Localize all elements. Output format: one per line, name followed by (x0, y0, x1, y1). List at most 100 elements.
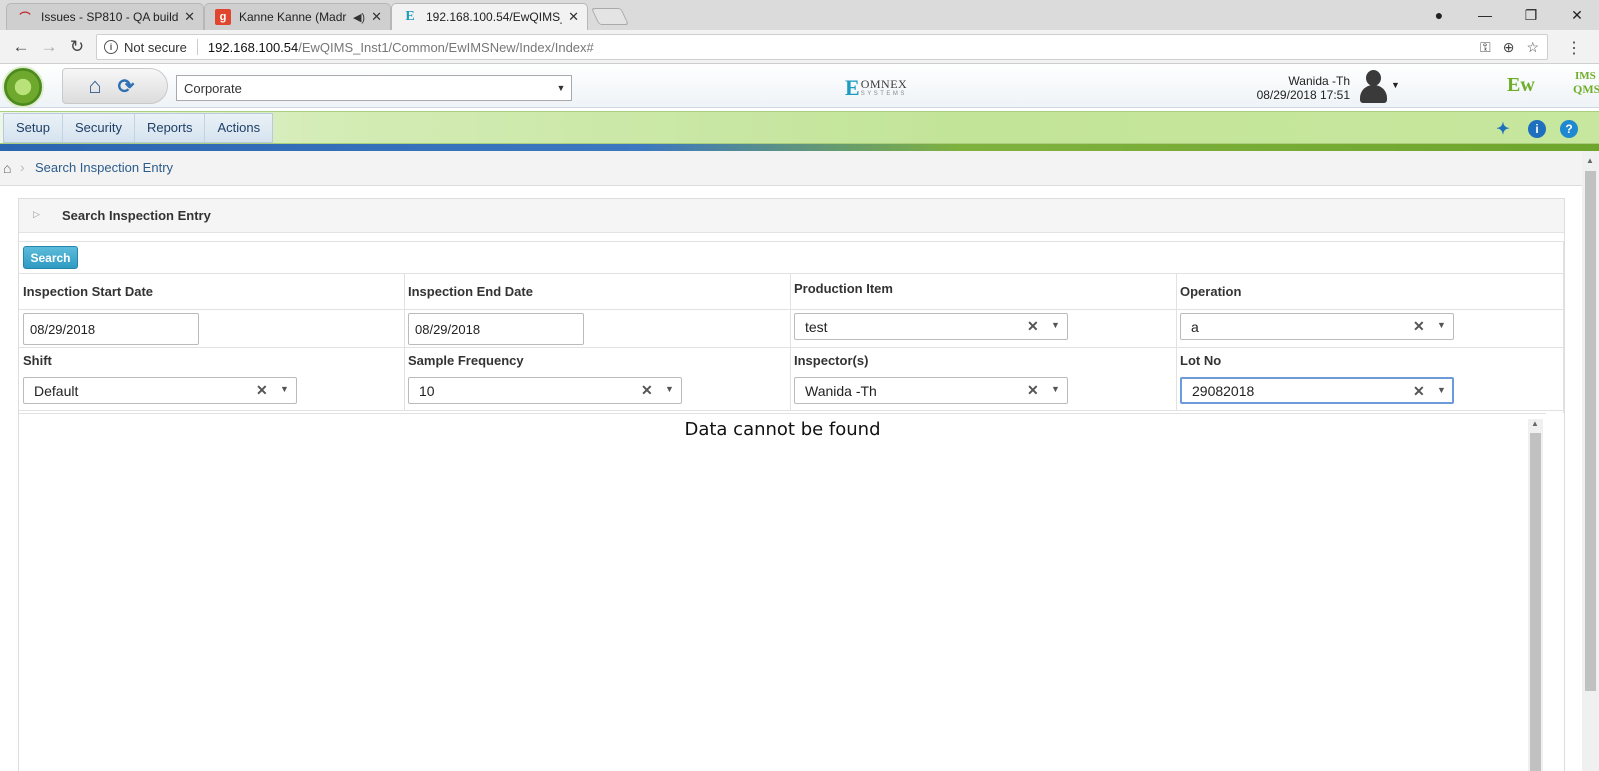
tab-title: 192.168.100.54/EwQIMS_ (426, 10, 563, 24)
browser-menu-icon[interactable]: ⋮ (1566, 38, 1582, 58)
production-item-value: test (805, 318, 828, 335)
grid-line (19, 347, 1564, 348)
collapse-toggle-icon[interactable]: ▷ (33, 209, 40, 220)
browser-tab-ewqims[interactable]: E 192.168.100.54/EwQIMS_ ✕ (391, 3, 588, 30)
ewqims-logo-ew: Ew (1507, 74, 1535, 96)
gaana-icon: g (215, 9, 231, 25)
user-info: Wanida -Th 08/29/2018 17:51 (1230, 74, 1350, 102)
clear-icon[interactable]: ✕ (1027, 382, 1039, 399)
chevron-down-icon[interactable]: ▼ (1051, 320, 1060, 330)
page-scrollbar[interactable]: ▲ (1582, 151, 1599, 771)
profile-icon[interactable]: ● (1416, 0, 1462, 30)
start-date-label: Inspection Start Date (23, 284, 154, 299)
header-divider (0, 144, 1599, 151)
scrollbar-thumb[interactable] (1530, 433, 1541, 771)
grid-line (404, 273, 405, 410)
browser-tab-issues[interactable]: ⌒ Issues - SP810 - QA build ✕ (6, 3, 204, 30)
info-icon[interactable]: i (104, 40, 118, 54)
lot-no-select[interactable]: 29082018 ✕ ▼ (1180, 377, 1454, 404)
clear-icon[interactable]: ✕ (1413, 318, 1425, 335)
end-date-label: Inspection End Date (408, 284, 533, 299)
chevron-down-icon: ▼ (556, 83, 566, 93)
address-bar[interactable]: i Not secure 192.168.100.54 /EwQIMS_Inst… (96, 34, 1548, 60)
omnex-logo-subtext: SYSTEMS (860, 90, 907, 97)
grid-line (790, 273, 791, 410)
tab-title: Kanne Kanne (Madras (239, 10, 347, 24)
operation-select[interactable]: a ✕ ▼ (1180, 313, 1454, 340)
breadcrumb-home-icon[interactable]: ⌂ (3, 160, 11, 176)
scroll-up-icon[interactable]: ▲ (1586, 156, 1594, 165)
lot-no-value: 29082018 (1192, 382, 1255, 399)
production-item-select[interactable]: test ✕ ▼ (794, 313, 1068, 340)
sample-frequency-label: Sample Frequency (408, 353, 524, 368)
info-icon[interactable]: i (1528, 120, 1546, 138)
reload-icon[interactable]: ↻ (66, 36, 88, 58)
inspectors-select[interactable]: Wanida -Th ✕ ▼ (794, 377, 1068, 404)
inspectors-label: Inspector(s) (794, 353, 869, 368)
clear-icon[interactable]: ✕ (641, 382, 653, 399)
breadcrumb-separator-icon: › (20, 159, 25, 175)
zoom-icon[interactable]: ⊕ (1503, 39, 1515, 56)
key-icon[interactable]: ⚿ (1480, 39, 1491, 56)
user-menu-caret-icon[interactable]: ▼ (1391, 80, 1400, 90)
plant-select-value: Corporate (184, 80, 242, 96)
divider (196, 39, 198, 55)
chevron-down-icon[interactable]: ▼ (665, 384, 674, 394)
chevron-down-icon[interactable]: ▼ (280, 384, 289, 394)
shift-value: Default (34, 382, 79, 399)
toolbar-divider (19, 241, 1564, 242)
end-date-field[interactable]: 08/29/2018 (408, 313, 584, 345)
url-path: /EwQIMS_Inst1/Common/EwIMSNew/Index/Inde… (298, 39, 594, 55)
pin-icon[interactable]: ✦ (1494, 120, 1512, 138)
minimize-button[interactable]: — (1462, 0, 1508, 30)
omnex-logo-text: OMNEX (860, 76, 908, 91)
menu-reports[interactable]: Reports (135, 114, 206, 142)
restore-button[interactable]: ❐ (1508, 0, 1554, 30)
scroll-up-icon[interactable]: ▲ (1531, 419, 1539, 428)
panel-title: Search Inspection Entry (62, 208, 211, 223)
clear-icon[interactable]: ✕ (256, 382, 268, 399)
clear-icon[interactable]: ✕ (1027, 318, 1039, 335)
shift-select[interactable]: Default ✕ ▼ (23, 377, 297, 404)
browser-toolbar: ← → ↻ i Not secure 192.168.100.54 /EwQIM… (0, 30, 1599, 64)
grid-line (19, 273, 1564, 274)
close-window-button[interactable]: ✕ (1554, 0, 1599, 30)
new-tab-button[interactable] (591, 8, 629, 25)
sample-frequency-select[interactable]: 10 ✕ ▼ (408, 377, 682, 404)
start-date-field[interactable]: 08/29/2018 (23, 313, 199, 345)
forward-icon[interactable]: → (38, 36, 60, 58)
grid-line (1176, 273, 1177, 410)
refresh-icon[interactable]: ⟳ (115, 76, 137, 98)
audio-playing-icon[interactable]: ◀) (353, 11, 365, 24)
results-scrollbar[interactable]: ▲ (1528, 419, 1543, 771)
shift-label: Shift (23, 353, 52, 368)
close-tab-icon[interactable]: ✕ (371, 9, 382, 25)
close-tab-icon[interactable]: ✕ (568, 9, 579, 25)
menu-security[interactable]: Security (63, 114, 135, 142)
chevron-down-icon[interactable]: ▼ (1437, 320, 1446, 330)
plant-select[interactable]: Corporate ▼ (176, 75, 572, 101)
clear-icon[interactable]: ✕ (1413, 383, 1425, 400)
chevron-down-icon[interactable]: ▼ (1437, 385, 1446, 395)
avatar[interactable] (1357, 68, 1389, 104)
grid-line (19, 309, 1564, 310)
home-icon[interactable]: ⌂ (82, 74, 108, 98)
panel-header: ▷ Search Inspection Entry (19, 199, 1564, 233)
bookmark-star-icon[interactable]: ☆ (1526, 39, 1539, 56)
app-logo-icon[interactable] (2, 66, 44, 108)
scrollbar-thumb[interactable] (1585, 171, 1596, 691)
browser-tab-music[interactable]: g Kanne Kanne (Madras ◀) ✕ (204, 3, 391, 30)
browser-tabstrip: ⌒ Issues - SP810 - QA build ✕ g Kanne Ka… (0, 0, 1599, 30)
search-button[interactable]: Search (23, 246, 78, 269)
chevron-down-icon[interactable]: ▼ (1051, 384, 1060, 394)
menu-setup[interactable]: Setup (4, 114, 63, 142)
close-tab-icon[interactable]: ✕ (184, 9, 195, 25)
back-icon[interactable]: ← (10, 36, 32, 58)
breadcrumb-current[interactable]: Search Inspection Entry (35, 160, 173, 175)
user-name: Wanida -Th (1288, 74, 1350, 88)
production-item-label: Production Item (794, 281, 893, 296)
tab-title: Issues - SP810 - QA build (41, 10, 179, 24)
lot-no-label: Lot No (1180, 353, 1222, 368)
help-icon[interactable]: ? (1560, 120, 1578, 138)
menu-actions[interactable]: Actions (205, 114, 272, 142)
